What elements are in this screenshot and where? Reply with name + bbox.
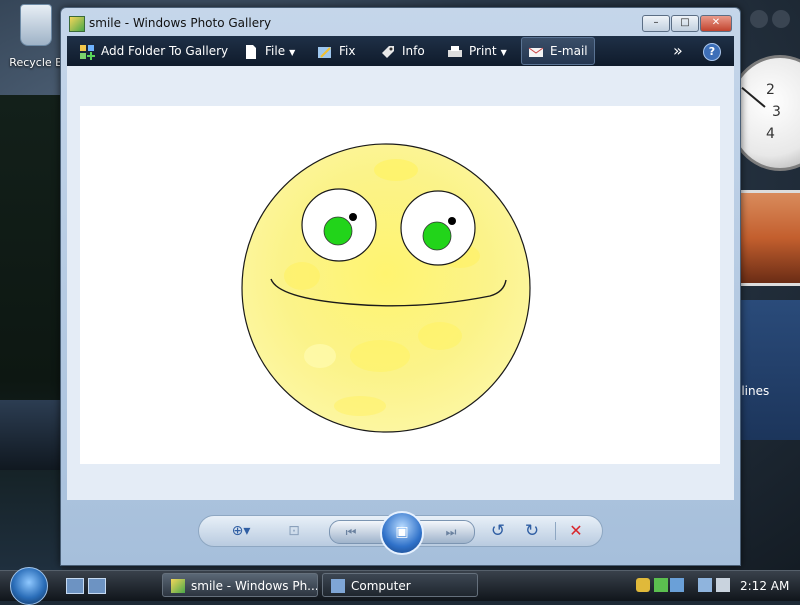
- previous-button[interactable]: ⏮: [336, 521, 366, 543]
- add-folder-label: Add Folder To Gallery: [101, 44, 229, 58]
- photo-viewer-area: [67, 66, 734, 500]
- face-spot: [374, 159, 418, 181]
- sidebar-controls[interactable]: [750, 10, 800, 30]
- face-spot: [304, 344, 336, 368]
- taskbar-clock[interactable]: 2:12 AM: [740, 571, 789, 601]
- face-spot: [334, 396, 386, 416]
- recycle-bin[interactable]: Recycle B: [6, 4, 66, 74]
- photo-canvas: [80, 106, 720, 464]
- photo-gallery-window[interactable]: smile - Windows Photo Gallery – □ ✕ Add Fo…: [60, 7, 741, 566]
- separator: [555, 522, 556, 540]
- sidebar-icon[interactable]: [670, 578, 684, 592]
- windows-defender-icon[interactable]: [654, 578, 668, 592]
- switch-windows-icon[interactable]: [88, 578, 106, 594]
- clock-numeral-4: 4: [766, 126, 775, 142]
- desktop-wallpaper-trees: [0, 95, 62, 570]
- taskbar-button-computer[interactable]: Computer: [322, 573, 478, 597]
- recycle-bin-label: Recycle B: [9, 56, 63, 69]
- zoom-button[interactable]: ⊕▾: [221, 516, 261, 546]
- desktop-wallpaper-lake: [0, 400, 62, 470]
- taskbar: smile - Windows Ph... Computer 2:12 AM: [0, 567, 800, 605]
- printer-icon: [448, 45, 462, 57]
- toolbar: Add Folder To Gallery File ▼ Fix Info Pri…: [67, 36, 734, 66]
- right-eye-highlight: [448, 217, 456, 225]
- clock-hour-hand: [741, 86, 766, 108]
- maximize-button[interactable]: □: [671, 15, 699, 32]
- window-controls: – □ ✕: [641, 15, 732, 32]
- feed-headlines-gadget[interactable]: llines: [738, 300, 800, 440]
- play-slideshow-button[interactable]: ▣: [380, 511, 424, 555]
- taskbar-button-label: Computer: [351, 579, 411, 593]
- smiley-face-image: [241, 143, 531, 433]
- face-spot: [350, 340, 410, 372]
- file-label: File: [265, 44, 286, 58]
- taskbar-button-label: smile - Windows Ph...: [191, 579, 318, 593]
- info-tag-icon: [382, 45, 394, 58]
- computer-icon: [331, 579, 345, 593]
- slideshow-gadget[interactable]: [738, 190, 800, 286]
- fix-label: Fix: [339, 44, 356, 58]
- navigation-bar: ⊕▾ ⊡ ⏮ ⏭ ▣ ↺ ↻ ✕: [61, 500, 740, 565]
- photo-gallery-app-icon: [69, 16, 85, 32]
- add-folder-icon: [80, 44, 95, 60]
- close-button[interactable]: ✕: [700, 15, 732, 32]
- sidebar-back-icon[interactable]: [750, 10, 768, 28]
- network-icon[interactable]: [698, 578, 712, 592]
- more-commands-button[interactable]: »: [673, 36, 683, 66]
- email-label: E-mail: [550, 44, 588, 58]
- clock-numeral-2: 2: [766, 82, 775, 98]
- help-icon: ?: [703, 43, 721, 61]
- help-button[interactable]: ?: [703, 36, 721, 66]
- chevron-down-icon: ▼: [500, 48, 507, 57]
- left-eye-highlight: [349, 213, 357, 221]
- feed-headlines-label: llines: [738, 384, 770, 398]
- rotate-counterclockwise-button[interactable]: ↺: [483, 516, 513, 546]
- minimize-button[interactable]: –: [642, 15, 670, 32]
- navigation-controls: ⊕▾ ⊡ ⏮ ⏭ ▣ ↺ ↻ ✕: [198, 511, 603, 555]
- recycle-bin-icon: [20, 4, 52, 46]
- photo-gallery-app-icon: [171, 579, 185, 593]
- actual-size-button[interactable]: ⊡: [279, 516, 309, 546]
- show-desktop-icon[interactable]: [66, 578, 84, 594]
- print-menu[interactable]: Print ▼: [447, 36, 507, 66]
- clock-numeral-3: 3: [772, 104, 781, 120]
- face-spot: [418, 322, 462, 350]
- file-menu[interactable]: File ▼: [243, 36, 295, 66]
- fix-button[interactable]: Fix: [317, 36, 355, 66]
- right-eye-iris: [422, 221, 452, 251]
- volume-muted-icon[interactable]: [716, 578, 730, 592]
- info-label: Info: [402, 44, 425, 58]
- title-bar[interactable]: smile - Windows Photo Gallery – □ ✕: [61, 8, 740, 36]
- face-spot: [284, 262, 320, 290]
- rotate-clockwise-button[interactable]: ↻: [517, 516, 547, 546]
- face-circle: [241, 143, 531, 433]
- email-button[interactable]: E-mail: [521, 37, 595, 65]
- security-shield-icon[interactable]: [636, 578, 650, 592]
- start-button[interactable]: [10, 567, 48, 605]
- delete-button[interactable]: ✕: [561, 516, 591, 546]
- add-folder-button[interactable]: Add Folder To Gallery: [79, 36, 228, 66]
- chevron-down-icon: ▼: [289, 48, 296, 57]
- next-button[interactable]: ⏭: [436, 521, 466, 543]
- info-button[interactable]: Info: [380, 36, 425, 66]
- window-title: smile - Windows Photo Gallery: [89, 16, 272, 30]
- email-icon: [528, 47, 544, 57]
- taskbar-button-photo-gallery[interactable]: smile - Windows Ph...: [162, 573, 318, 597]
- fix-icon: [318, 46, 331, 58]
- left-eye-iris: [323, 216, 353, 246]
- file-icon: [246, 44, 256, 59]
- print-label: Print: [469, 44, 497, 58]
- sidebar-forward-icon[interactable]: [772, 10, 790, 28]
